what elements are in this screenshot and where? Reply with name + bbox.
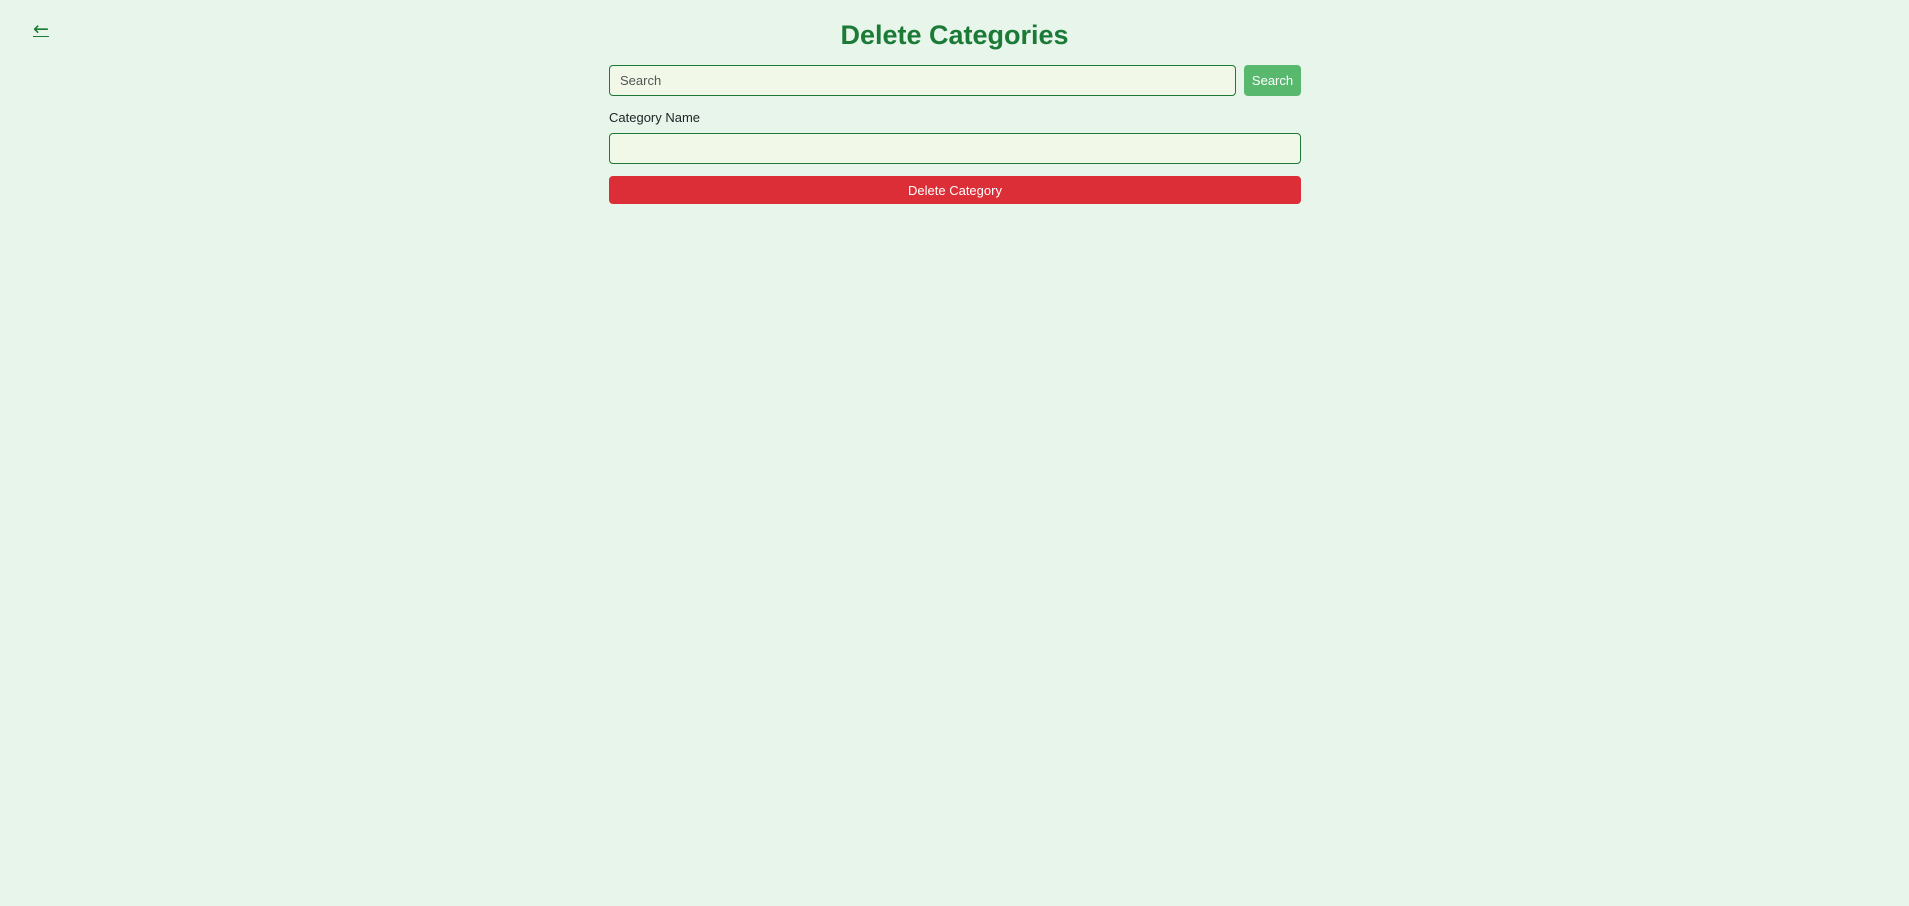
category-name-label: Category Name	[609, 110, 701, 125]
page-title: Delete Categories	[840, 20, 1069, 50]
search-bar: Search	[609, 64, 1301, 96]
delete-category-button[interactable]: Delete Category	[609, 176, 1301, 204]
delete-category-form: Search Category Name Delete Category	[609, 64, 1301, 204]
search-input[interactable]	[609, 64, 1237, 96]
search-button[interactable]: Search	[1244, 64, 1301, 96]
category-name-field[interactable]	[609, 133, 1301, 164]
